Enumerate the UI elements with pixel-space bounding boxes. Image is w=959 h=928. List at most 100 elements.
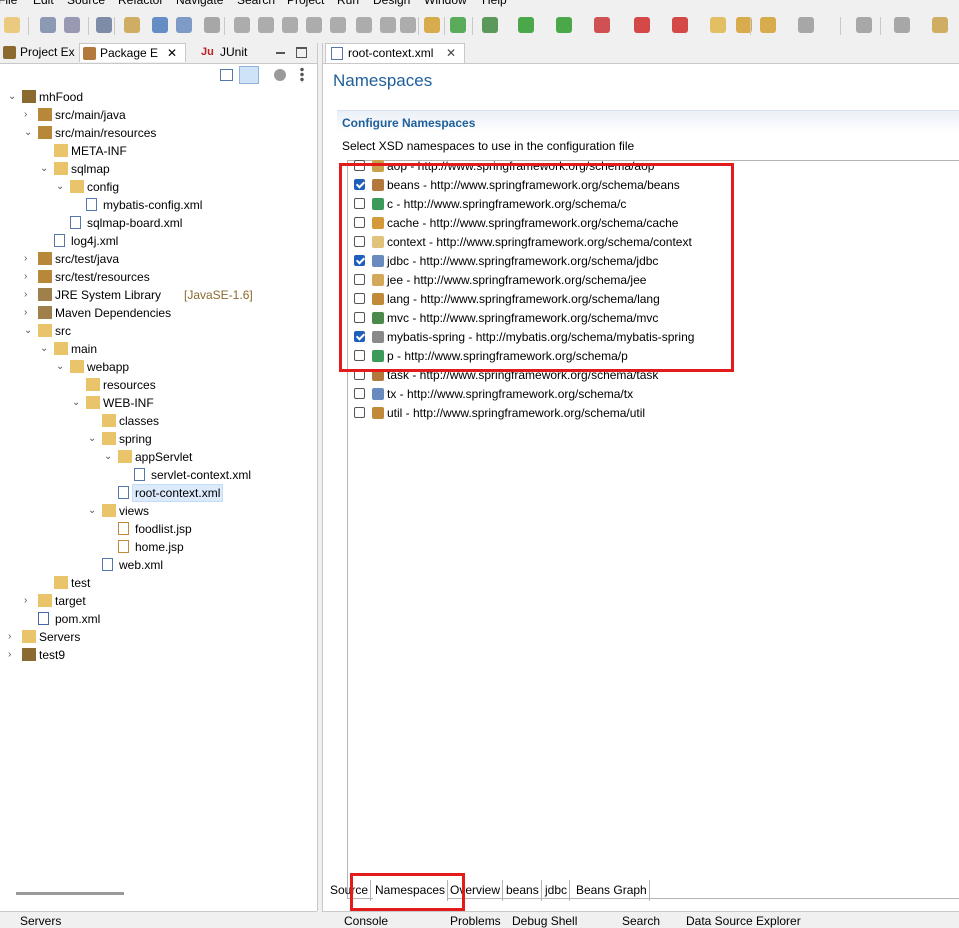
tab-problems[interactable]: Problems [450,914,501,928]
library-icon [38,306,52,319]
spring-icon[interactable] [450,17,466,33]
menu-design[interactable]: Design [373,0,410,7]
tasks-icon[interactable] [424,17,440,33]
console-icon[interactable] [96,17,112,33]
suspend-icon[interactable] [258,17,274,33]
step-return-icon[interactable] [380,17,396,33]
tab-project-explorer[interactable]: Project Ex [0,43,78,62]
chevron-down-icon[interactable]: ⌄ [104,448,114,466]
hierarchy-icon[interactable] [124,17,140,33]
chevron-down-icon[interactable]: ⌄ [88,430,98,448]
menu-search[interactable]: Search [237,0,275,7]
save-all-icon[interactable] [64,17,80,33]
tree-item-label: sqlmap [71,162,110,176]
tab-root-context-xml[interactable]: root-context.xml ✕ [325,43,465,63]
chevron-down-icon[interactable]: ⌄ [8,88,18,106]
tab-package-explorer[interactable]: Package E ✕ [79,43,186,62]
tab-servers[interactable]: Servers [20,914,61,928]
next-annotation-icon[interactable] [856,17,872,33]
tab-jdbc[interactable]: jdbc [543,880,571,901]
explorer-toolbar [0,64,317,88]
chevron-down-icon[interactable]: ⌄ [56,358,66,376]
collapse-all-icon[interactable] [220,69,233,81]
tab-search[interactable]: Search [622,914,660,928]
chevron-right-icon[interactable]: › [24,286,34,304]
search-icon[interactable] [760,17,776,33]
namespace-checkbox[interactable] [354,388,365,399]
tree-item-decoration: [JavaSE-1.6] [184,288,253,302]
editor-tab-bar: root-context.xml ✕ [323,43,959,64]
menu-source[interactable]: Source [67,0,105,7]
tab-debug-shell[interactable]: Debug Shell [512,914,577,928]
view-menu-icon[interactable] [300,67,304,83]
menu-help[interactable]: Help [482,0,507,7]
link-with-editor-icon[interactable] [239,66,259,84]
folder-icon [22,630,36,643]
chevron-down-icon[interactable]: ⌄ [24,322,34,340]
tree-item-label: mybatis-config.xml [103,198,203,212]
chevron-down-icon[interactable]: ⌄ [24,124,34,142]
debug-icon[interactable] [176,17,192,33]
tab-console[interactable]: Console [344,914,388,928]
chevron-right-icon[interactable]: › [24,106,34,124]
save-icon[interactable] [40,17,56,33]
namespace-checkbox[interactable] [354,407,365,418]
skip-icon[interactable] [204,17,220,33]
debug-run-icon[interactable] [482,17,498,33]
chevron-right-icon[interactable]: › [24,304,34,322]
forward-icon[interactable] [932,17,948,33]
chevron-down-icon[interactable]: ⌄ [40,160,50,178]
xml-file-icon [86,198,97,211]
coverage-icon[interactable] [594,17,610,33]
maximize-icon[interactable] [296,47,307,58]
resume-icon[interactable] [234,17,250,33]
chevron-down-icon[interactable]: ⌄ [72,394,82,412]
disconnect-icon[interactable] [306,17,322,33]
chevron-down-icon[interactable]: ⌄ [56,178,66,196]
tab-beans-graph[interactable]: Beans Graph [574,880,650,901]
folder-icon [70,180,84,193]
annotation-icon[interactable] [798,17,814,33]
drop-to-frame-icon[interactable] [400,17,416,33]
main-toolbar [0,9,959,43]
run-server-icon[interactable] [556,17,572,33]
terminate-icon[interactable] [282,17,298,33]
build-icon[interactable] [152,17,168,33]
tab-junit[interactable]: Ju JUnit [192,43,252,62]
menu-project[interactable]: Project [287,0,324,7]
chevron-right-icon[interactable]: › [24,592,34,610]
chevron-right-icon[interactable]: › [8,628,18,646]
chevron-right-icon[interactable]: › [24,250,34,268]
ant-icon[interactable] [672,17,688,33]
tab-beans[interactable]: beans [504,880,542,901]
menu-edit[interactable]: Edit [33,0,54,7]
horizontal-scrollbar[interactable] [16,892,124,895]
menu-file[interactable]: File [0,0,17,7]
menu-refactor[interactable]: Refactor [118,0,163,7]
chevron-down-icon[interactable]: ⌄ [40,340,50,358]
menu-window[interactable]: Window [424,0,467,7]
menu-run[interactable]: Run [337,0,359,7]
step-over-icon[interactable] [356,17,372,33]
tree-item-label: pom.xml [55,612,101,626]
back-icon[interactable] [894,17,910,33]
tab-data-source-explorer[interactable]: Data Source Explorer [686,914,801,928]
close-icon[interactable]: ✕ [167,44,177,63]
chevron-right-icon[interactable]: › [24,268,34,286]
menu-navigate[interactable]: Navigate [176,0,223,7]
open-type-icon[interactable] [710,17,726,33]
new-icon[interactable] [4,17,20,33]
minimize-icon[interactable] [276,52,285,54]
step-into-icon[interactable] [330,17,346,33]
spring-folder-icon [38,324,52,337]
toolbar-separator [114,17,115,35]
run-icon[interactable] [518,17,534,33]
folder-icon [86,378,100,391]
chevron-right-icon[interactable]: › [8,646,18,664]
stop-icon[interactable] [634,17,650,33]
tree-item-label: resources [103,378,156,392]
chevron-down-icon[interactable]: ⌄ [88,502,98,520]
close-icon[interactable]: ✕ [446,44,456,63]
focus-icon[interactable] [274,69,286,81]
tree-item-label: main [71,342,98,356]
